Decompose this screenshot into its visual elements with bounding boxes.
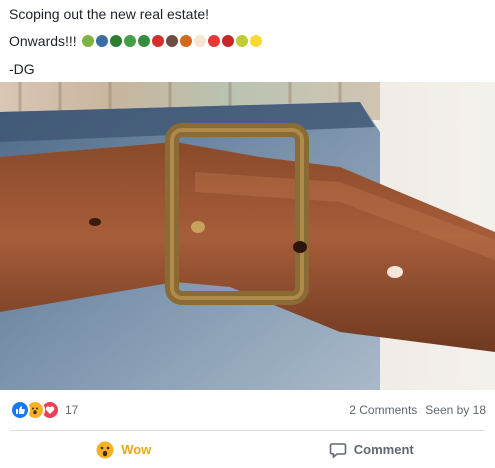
comment-button-label: Comment — [353, 442, 414, 457]
cucumber-emoji — [123, 35, 136, 47]
chestnut-emoji — [165, 35, 178, 47]
cherries-emoji — [221, 35, 234, 47]
belt-photo-image — [0, 82, 495, 390]
wow-button[interactable]: Wow — [0, 441, 248, 459]
wow-button-label: Wow — [121, 442, 152, 457]
salad-emoji — [81, 35, 94, 47]
broccoli-emoji — [137, 35, 150, 47]
post-line-1: Scoping out the new real estate! — [9, 6, 210, 22]
post-line-3: -DG — [9, 61, 35, 77]
action-bar: Wow Comment — [0, 431, 495, 468]
like-reaction-icon — [10, 400, 30, 420]
post-line-2-text: Onwards!!! — [9, 33, 77, 49]
post-line-2: Onwards!!! — [9, 31, 489, 51]
bowl-emoji — [95, 35, 108, 47]
leafy-greens-emoji — [109, 35, 122, 47]
comment-icon — [329, 441, 347, 459]
post-stats: 17 2 Comments Seen by 18 — [0, 390, 495, 430]
post-photo[interactable] — [0, 82, 495, 390]
seen-by-count[interactable]: Seen by 18 — [425, 403, 486, 417]
comment-button[interactable]: Comment — [248, 441, 495, 459]
emoji-row — [81, 35, 262, 47]
drumstick-emoji — [179, 35, 192, 47]
hot-pepper-emoji — [151, 35, 164, 47]
reaction-count[interactable]: 17 — [65, 403, 78, 417]
reactions-summary[interactable]: 17 — [10, 400, 78, 420]
tomato-emoji — [207, 35, 220, 47]
comments-count-link[interactable]: 2 Comments — [349, 403, 417, 417]
lemon-emoji — [249, 35, 262, 47]
green-apple-emoji — [235, 35, 248, 47]
wow-emoji-icon — [96, 441, 114, 459]
egg-emoji — [193, 35, 206, 47]
post-text: Scoping out the new real estate! Onwards… — [9, 4, 489, 87]
